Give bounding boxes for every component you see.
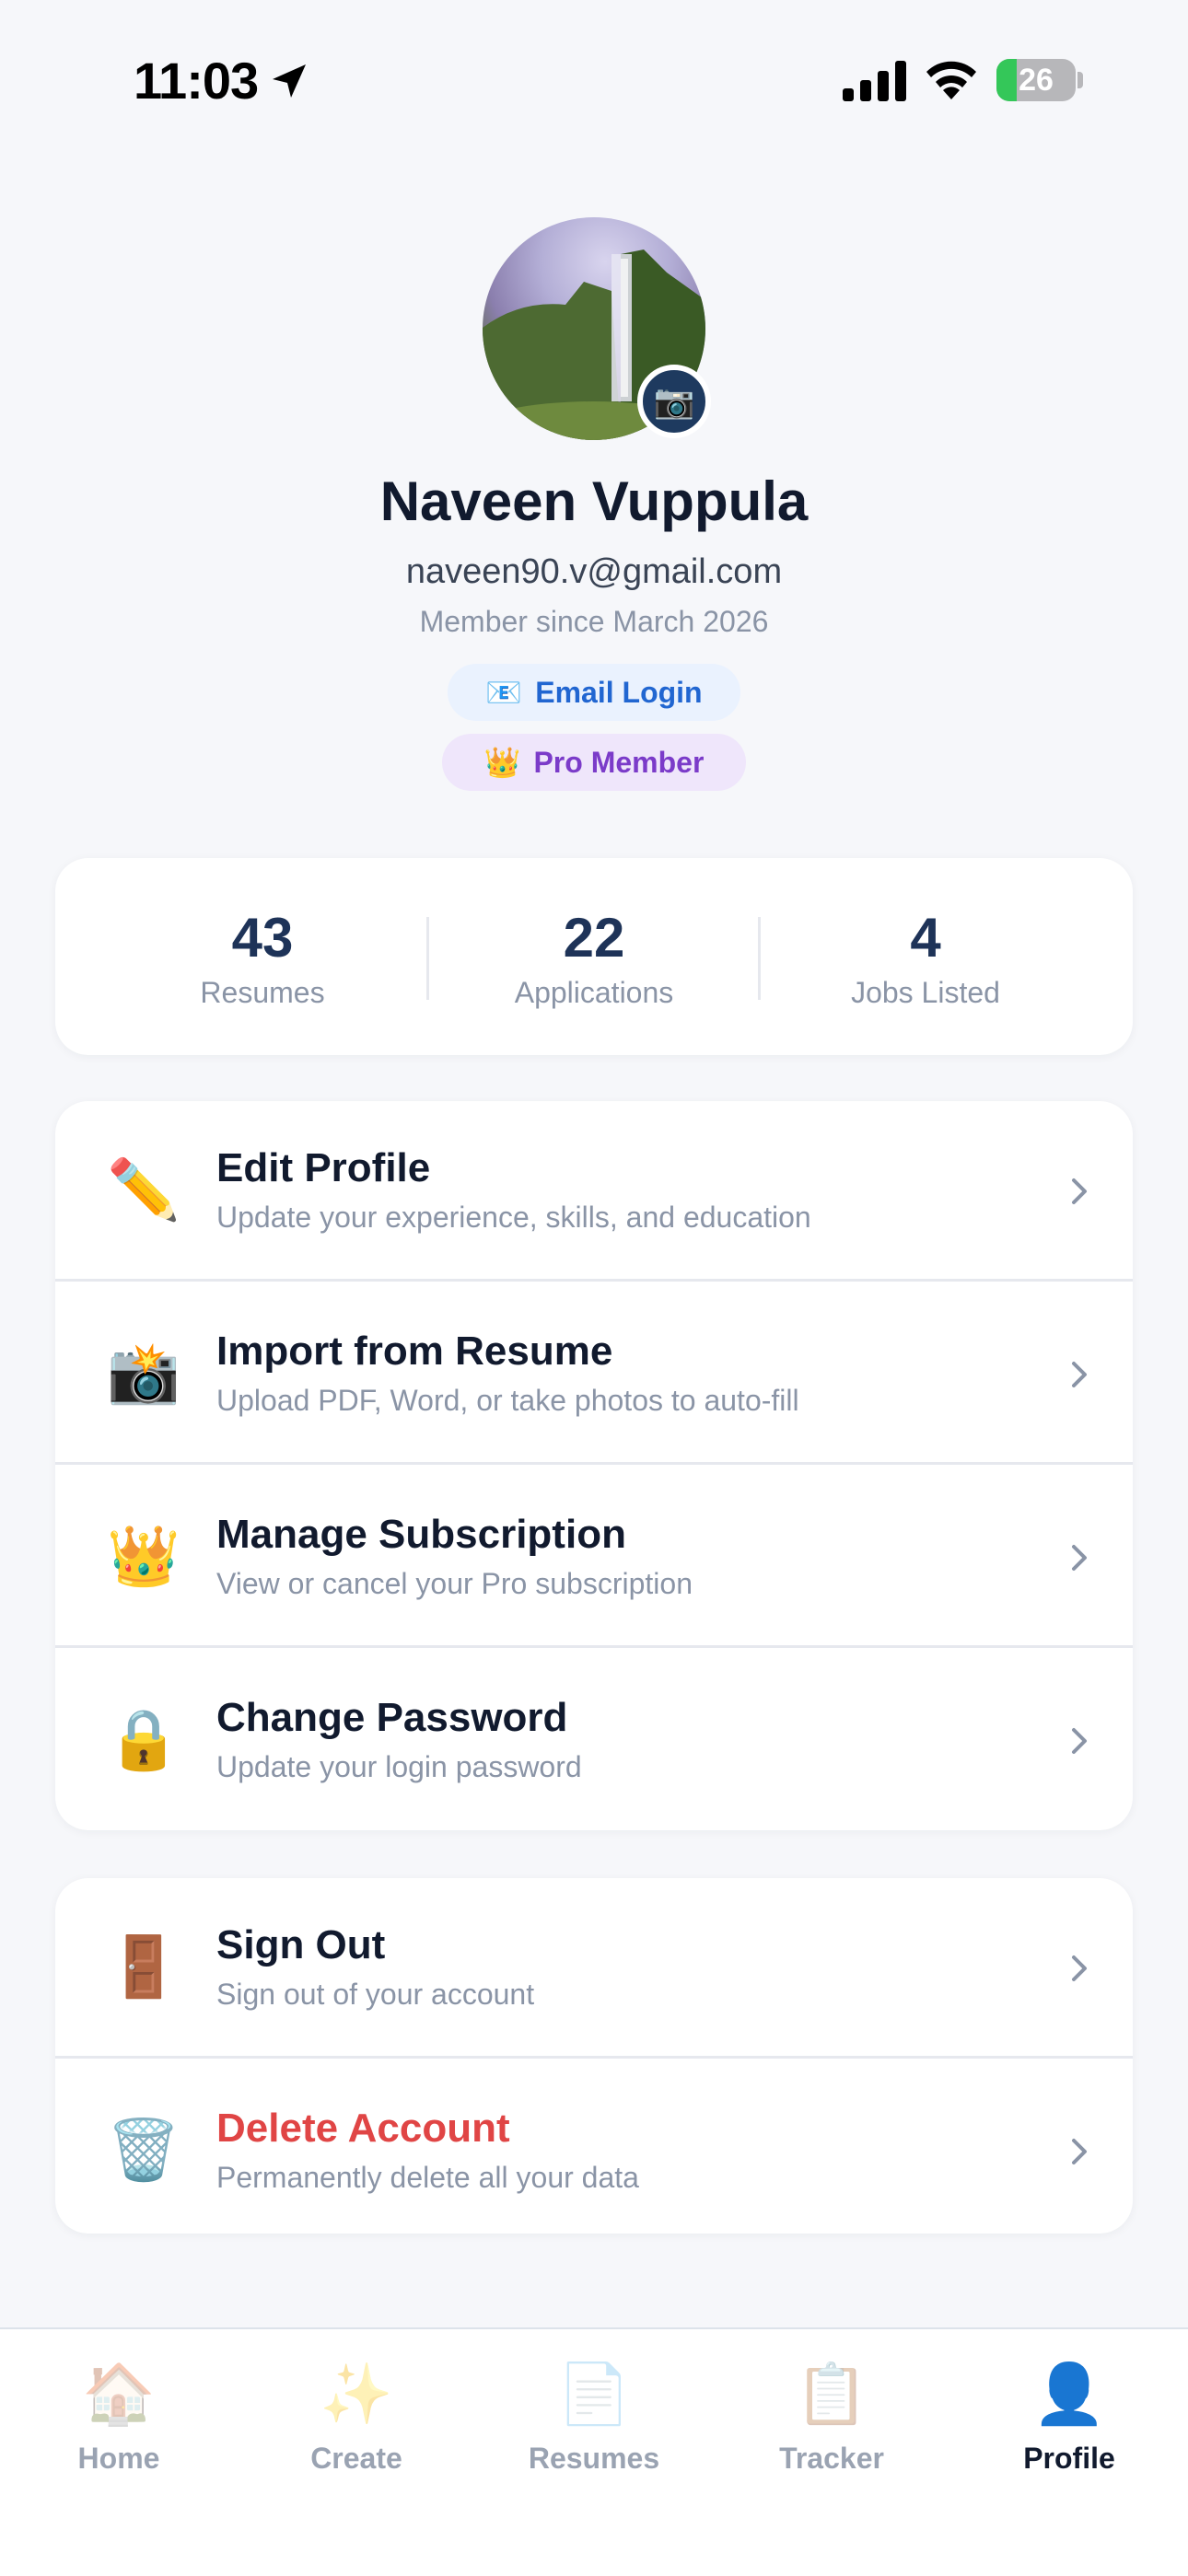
menu-sign-out[interactable]: 🚪 Sign Out Sign out of your account [55, 1878, 1133, 2059]
menu-subtitle: View or cancel your Pro subscription [216, 1567, 693, 1600]
stats-card: 43 Resumes 22 Applications 4 Jobs Listed [55, 858, 1133, 1055]
menu-subtitle: Update your login password [216, 1750, 582, 1783]
stat-jobs-listed: 4 Jobs Listed [760, 858, 1091, 1055]
wastebasket-icon: 🗑️ [107, 2117, 181, 2183]
menu-subtitle: Update your experience, skills, and educ… [216, 1201, 811, 1234]
tab-home[interactable]: 🏠 Home [0, 2329, 238, 2513]
stat-value: 4 [910, 907, 941, 969]
camera-flash-icon: 📸 [107, 1340, 181, 1406]
envelope-icon: 📧 [485, 676, 523, 709]
menu-subtitle: Upload PDF, Word, or take photos to auto… [216, 1384, 799, 1417]
clipboard-icon: 📋 [795, 2361, 868, 2427]
cellular-signal-icon [843, 61, 906, 101]
stat-value: 22 [563, 907, 625, 969]
battery-level: 26 [1019, 63, 1054, 98]
chevron-right-icon [1072, 1545, 1087, 1571]
menu-edit-profile[interactable]: ✏️ Edit Profile Update your experience, … [55, 1101, 1133, 1282]
location-arrow-icon [273, 64, 306, 98]
member-since: Member since March 2026 [419, 605, 769, 638]
tab-tracker[interactable]: 📋 Tracker [713, 2329, 950, 2513]
person-icon: 👤 [1032, 2361, 1106, 2427]
wifi-icon [926, 61, 976, 99]
chevron-right-icon [1072, 1178, 1087, 1204]
tab-label: Tracker [779, 2442, 884, 2475]
menu-change-password[interactable]: 🔒 Change Password Update your login pass… [55, 1651, 1133, 1830]
battery-indicator: 26 [996, 59, 1085, 101]
stat-label: Resumes [200, 976, 325, 1009]
tab-profile[interactable]: 👤 Profile [950, 2329, 1188, 2513]
door-icon: 🚪 [107, 1933, 181, 2000]
crown-icon: 👑 [483, 746, 521, 779]
profile-avatar[interactable]: 📷 [483, 217, 711, 440]
status-time: 11:03 [134, 52, 259, 110]
profile-email: naveen90.v@gmail.com [405, 552, 783, 591]
pencil-icon: ✏️ [107, 1156, 181, 1223]
tab-create[interactable]: ✨ Create [238, 2329, 475, 2513]
tab-label: Resumes [528, 2442, 660, 2475]
house-icon: 🏠 [82, 2361, 156, 2427]
tab-label: Profile [1023, 2442, 1115, 2475]
menu-subtitle: Permanently delete all your data [216, 2161, 639, 2194]
menu-title: Sign Out [216, 1922, 386, 1967]
tab-label: Home [77, 2442, 160, 2475]
account-actions-card: 🚪 Sign Out Sign out of your account 🗑️ D… [55, 1878, 1133, 2234]
pro-member-label: Pro Member [533, 745, 705, 779]
stat-value: 43 [231, 907, 294, 969]
status-bar: 11:03 26 [0, 0, 1188, 157]
profile-name: Naveen Vuppula [379, 470, 809, 532]
stat-label: Applications [514, 976, 674, 1009]
chevron-right-icon [1072, 1362, 1087, 1387]
menu-title: Manage Subscription [216, 1512, 626, 1557]
menu-subtitle: Sign out of your account [216, 1978, 535, 2011]
chevron-right-icon [1072, 2139, 1087, 2164]
chevron-right-icon [1072, 1955, 1087, 1981]
stat-label: Jobs Listed [851, 976, 1000, 1009]
change-photo-camera-icon[interactable]: 📷 [637, 365, 711, 438]
lock-icon: 🔒 [107, 1706, 181, 1772]
stat-applications: 22 Applications [428, 858, 760, 1055]
menu-title: Import from Resume [216, 1329, 613, 1374]
email-login-label: Email Login [535, 675, 703, 709]
document-icon: 📄 [557, 2361, 631, 2427]
tab-label: Create [310, 2442, 402, 2475]
menu-title: Delete Account [216, 2106, 510, 2151]
menu-title: Change Password [216, 1695, 568, 1740]
crown-icon: 👑 [107, 1523, 181, 1589]
sparkles-icon: ✨ [320, 2361, 393, 2427]
menu-manage-subscription[interactable]: 👑 Manage Subscription View or cancel you… [55, 1468, 1133, 1648]
tab-resumes[interactable]: 📄 Resumes [475, 2329, 713, 2513]
pro-member-badge: 👑 Pro Member [442, 734, 746, 791]
menu-title: Edit Profile [216, 1145, 431, 1190]
menu-delete-account[interactable]: 🗑️ Delete Account Permanently delete all… [55, 2061, 1133, 2234]
settings-menu-card: ✏️ Edit Profile Update your experience, … [55, 1101, 1133, 1830]
stat-resumes: 43 Resumes [97, 858, 428, 1055]
email-login-badge: 📧 Email Login [448, 664, 740, 721]
chevron-right-icon [1072, 1728, 1087, 1754]
menu-import-resume[interactable]: 📸 Import from Resume Upload PDF, Word, o… [55, 1284, 1133, 1465]
bottom-tab-bar: 🏠 Home ✨ Create 📄 Resumes 📋 Tracker 👤 Pr… [0, 2327, 1188, 2576]
